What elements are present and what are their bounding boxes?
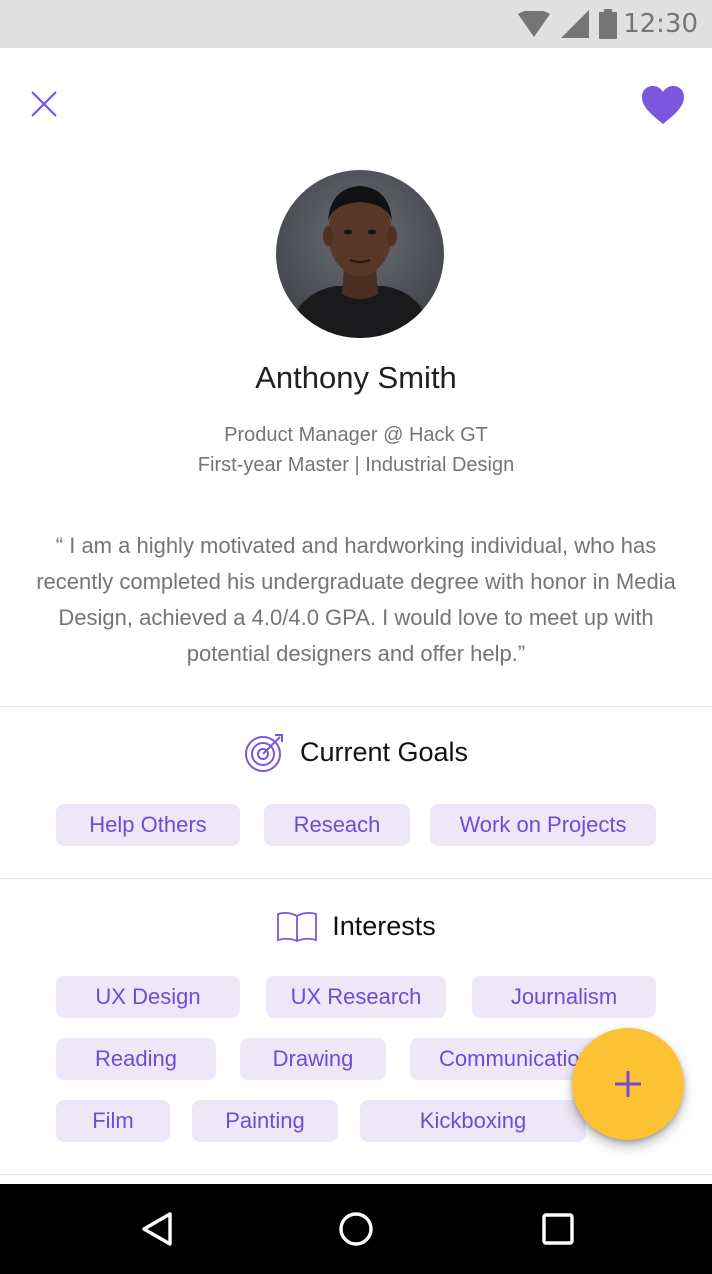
- profile-name: Anthony Smith: [255, 360, 457, 395]
- recents-button[interactable]: [533, 1204, 583, 1254]
- interest-chip[interactable]: Journalism: [472, 976, 656, 1018]
- goal-chip[interactable]: Help Others: [56, 804, 240, 846]
- goal-chip[interactable]: Work on Projects: [430, 804, 656, 846]
- signal-icon: [561, 10, 590, 38]
- recents-icon: [542, 1213, 574, 1245]
- add-button[interactable]: [572, 1028, 684, 1140]
- home-button[interactable]: [331, 1204, 381, 1254]
- interest-chip[interactable]: UX Design: [56, 976, 240, 1018]
- status-bar: 12:30: [0, 0, 712, 48]
- profile-quote: “ I am a highly motivated and hardworkin…: [36, 533, 676, 666]
- avatar-photo: [276, 170, 444, 338]
- home-icon: [339, 1212, 373, 1246]
- goal-chip[interactable]: Reseach: [264, 804, 410, 846]
- plus-icon: [615, 1071, 641, 1097]
- status-time: 12:30: [623, 9, 698, 39]
- divider: [0, 878, 712, 879]
- avatar: [276, 170, 444, 338]
- divider: [0, 706, 712, 707]
- interests-header: Interests: [0, 904, 712, 948]
- profile-program: First-year Master | Industrial Design: [197, 454, 515, 476]
- interests-title: Interests: [332, 910, 436, 941]
- favorite-button[interactable]: [638, 82, 688, 128]
- back-icon: [142, 1212, 172, 1246]
- wifi-icon: [518, 11, 551, 37]
- interest-chip[interactable]: Kickboxing: [360, 1100, 586, 1142]
- close-icon: [31, 91, 57, 117]
- interest-chip[interactable]: Drawing: [240, 1038, 386, 1080]
- heart-icon: [642, 86, 684, 124]
- interest-chip[interactable]: Reading: [56, 1038, 216, 1080]
- goals-title: Current Goals: [299, 736, 469, 767]
- interest-chip[interactable]: Painting: [192, 1100, 338, 1142]
- goals-header: Current Goals: [0, 730, 712, 774]
- interest-chip[interactable]: Film: [56, 1100, 170, 1142]
- battery-icon: [599, 9, 618, 39]
- book-icon: [277, 911, 318, 942]
- navigation-bar: [0, 1184, 712, 1274]
- divider: [0, 1174, 712, 1175]
- close-button[interactable]: [24, 84, 64, 124]
- back-button[interactable]: [132, 1204, 182, 1254]
- target-icon: [244, 734, 283, 772]
- profile-role: Product Manager @ Hack GT: [224, 424, 488, 446]
- interest-chip[interactable]: UX Research: [266, 976, 446, 1018]
